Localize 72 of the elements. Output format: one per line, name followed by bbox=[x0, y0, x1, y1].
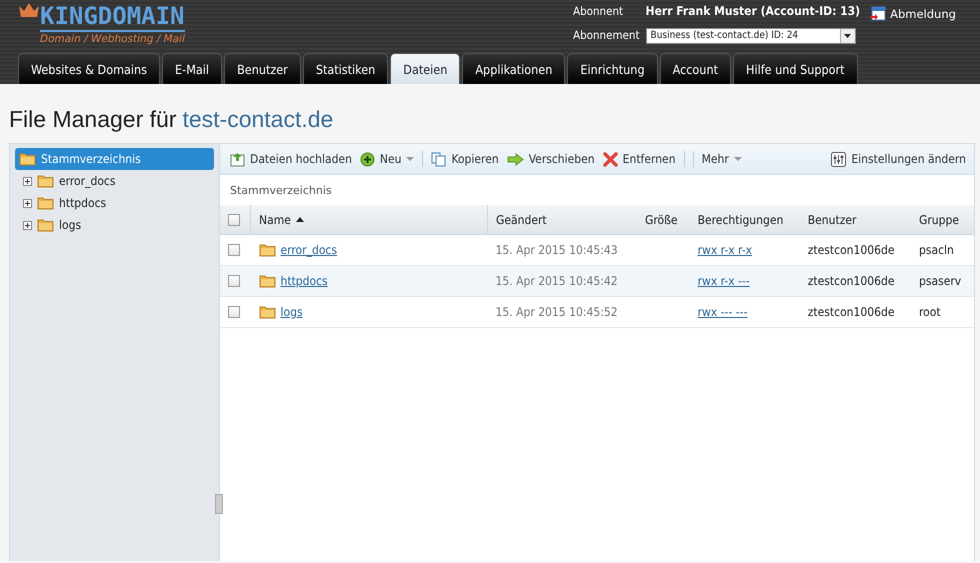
folder-icon bbox=[258, 305, 276, 319]
folder-icon bbox=[258, 274, 276, 288]
upload-icon bbox=[230, 152, 245, 166]
table-cell: 15. Apr 2015 10:45:52 bbox=[488, 296, 637, 328]
table-cell: ztestcon1006de bbox=[800, 296, 911, 328]
column-header[interactable]: Gruppe bbox=[910, 205, 974, 234]
domain-name: test-contact.de bbox=[182, 106, 334, 133]
tree-item[interactable]: error_docs bbox=[15, 170, 214, 192]
dropdown-arrow-icon bbox=[844, 34, 852, 38]
column-header[interactable]: Berechtigungen bbox=[690, 205, 800, 234]
logo-tagline: Domain / Webhosting / Mail bbox=[40, 33, 185, 45]
nav-tab[interactable]: E-Mail bbox=[162, 53, 222, 84]
folder-icon bbox=[258, 243, 276, 257]
arrow-icon bbox=[506, 152, 524, 166]
plus-icon bbox=[360, 152, 375, 166]
table-cell: psaserv bbox=[910, 266, 974, 296]
nav-tab[interactable]: Dateien bbox=[390, 53, 460, 84]
column-header[interactable]: Name bbox=[250, 205, 488, 234]
expand-icon[interactable] bbox=[23, 220, 32, 230]
toolbar-button[interactable]: Einstellungen ändern bbox=[831, 152, 966, 166]
permissions-link[interactable]: rwx r-x r-x bbox=[698, 243, 752, 257]
column-header[interactable]: Benutzer bbox=[800, 205, 911, 234]
nav-tab[interactable]: Account bbox=[660, 53, 731, 84]
folder-icon bbox=[19, 152, 36, 166]
checkbox[interactable] bbox=[228, 244, 240, 256]
breadcrumb: Stammverzeichnis bbox=[230, 184, 332, 196]
folder-icon bbox=[37, 174, 54, 188]
subscriber-name: Herr Frank Muster (Account-ID: 13) bbox=[646, 4, 860, 20]
logo-name: KINGDOMAIN bbox=[40, 2, 185, 32]
table-cell: ztestcon1006de bbox=[800, 266, 911, 296]
nav-tab[interactable]: Websites & Domains bbox=[18, 53, 160, 84]
folder-icon bbox=[37, 218, 54, 232]
subscription-select[interactable]: Business (test-contact.de) ID: 24 bbox=[646, 28, 856, 44]
page-title: File Manager für bbox=[9, 106, 176, 133]
nav-tab[interactable]: Applikationen bbox=[462, 53, 566, 84]
tree-item[interactable]: httpdocs bbox=[15, 192, 214, 214]
folder-link[interactable]: logs bbox=[280, 305, 303, 319]
sort-up-icon bbox=[296, 217, 304, 222]
logout-link[interactable]: Abmeldung bbox=[870, 6, 956, 21]
checkbox[interactable] bbox=[228, 214, 240, 226]
splitter-handle[interactable] bbox=[215, 494, 223, 514]
nav-tab[interactable]: Hilfe und Support bbox=[732, 53, 858, 84]
folder-icon bbox=[37, 196, 54, 210]
table-cell: root bbox=[910, 296, 974, 328]
sliders-icon bbox=[831, 152, 846, 166]
table-cell: 15. Apr 2015 10:45:42 bbox=[488, 266, 637, 296]
nav-tab[interactable]: Statistiken bbox=[302, 53, 388, 84]
copy-icon bbox=[431, 152, 446, 166]
expand-icon[interactable] bbox=[23, 176, 32, 186]
toolbar-button[interactable]: Neu bbox=[360, 152, 414, 166]
toolbar-button[interactable]: Kopieren bbox=[431, 152, 499, 166]
column-header[interactable]: Geändert bbox=[488, 205, 637, 234]
column-header[interactable]: Größe bbox=[636, 205, 690, 234]
checkbox[interactable] bbox=[228, 275, 240, 287]
subscription-label: Abonnement bbox=[573, 28, 640, 44]
toolbar-button[interactable]: Dateien hochladen bbox=[230, 152, 352, 166]
tree-item[interactable]: Stammverzeichnis bbox=[15, 148, 214, 170]
calendar-icon bbox=[870, 6, 886, 21]
folder-link[interactable]: error_docs bbox=[280, 243, 337, 257]
subscriber-label: Abonnent bbox=[573, 4, 624, 20]
permissions-link[interactable]: rwx --- --- bbox=[698, 305, 748, 319]
toolbar-button[interactable]: Verschieben bbox=[506, 152, 595, 166]
toolbar-button[interactable]: Mehr bbox=[702, 152, 742, 166]
folder-link[interactable]: httpdocs bbox=[280, 274, 328, 288]
checkbox[interactable] bbox=[228, 306, 240, 318]
expand-icon[interactable] bbox=[23, 198, 32, 208]
nav-tab[interactable]: Einrichtung bbox=[567, 53, 658, 84]
nav-tab[interactable]: Benutzer bbox=[224, 53, 301, 84]
crown-icon bbox=[18, 2, 40, 18]
toolbar-button[interactable]: Entfernen bbox=[602, 152, 676, 166]
cross-icon bbox=[602, 152, 618, 166]
tree-item[interactable]: logs bbox=[15, 214, 214, 236]
